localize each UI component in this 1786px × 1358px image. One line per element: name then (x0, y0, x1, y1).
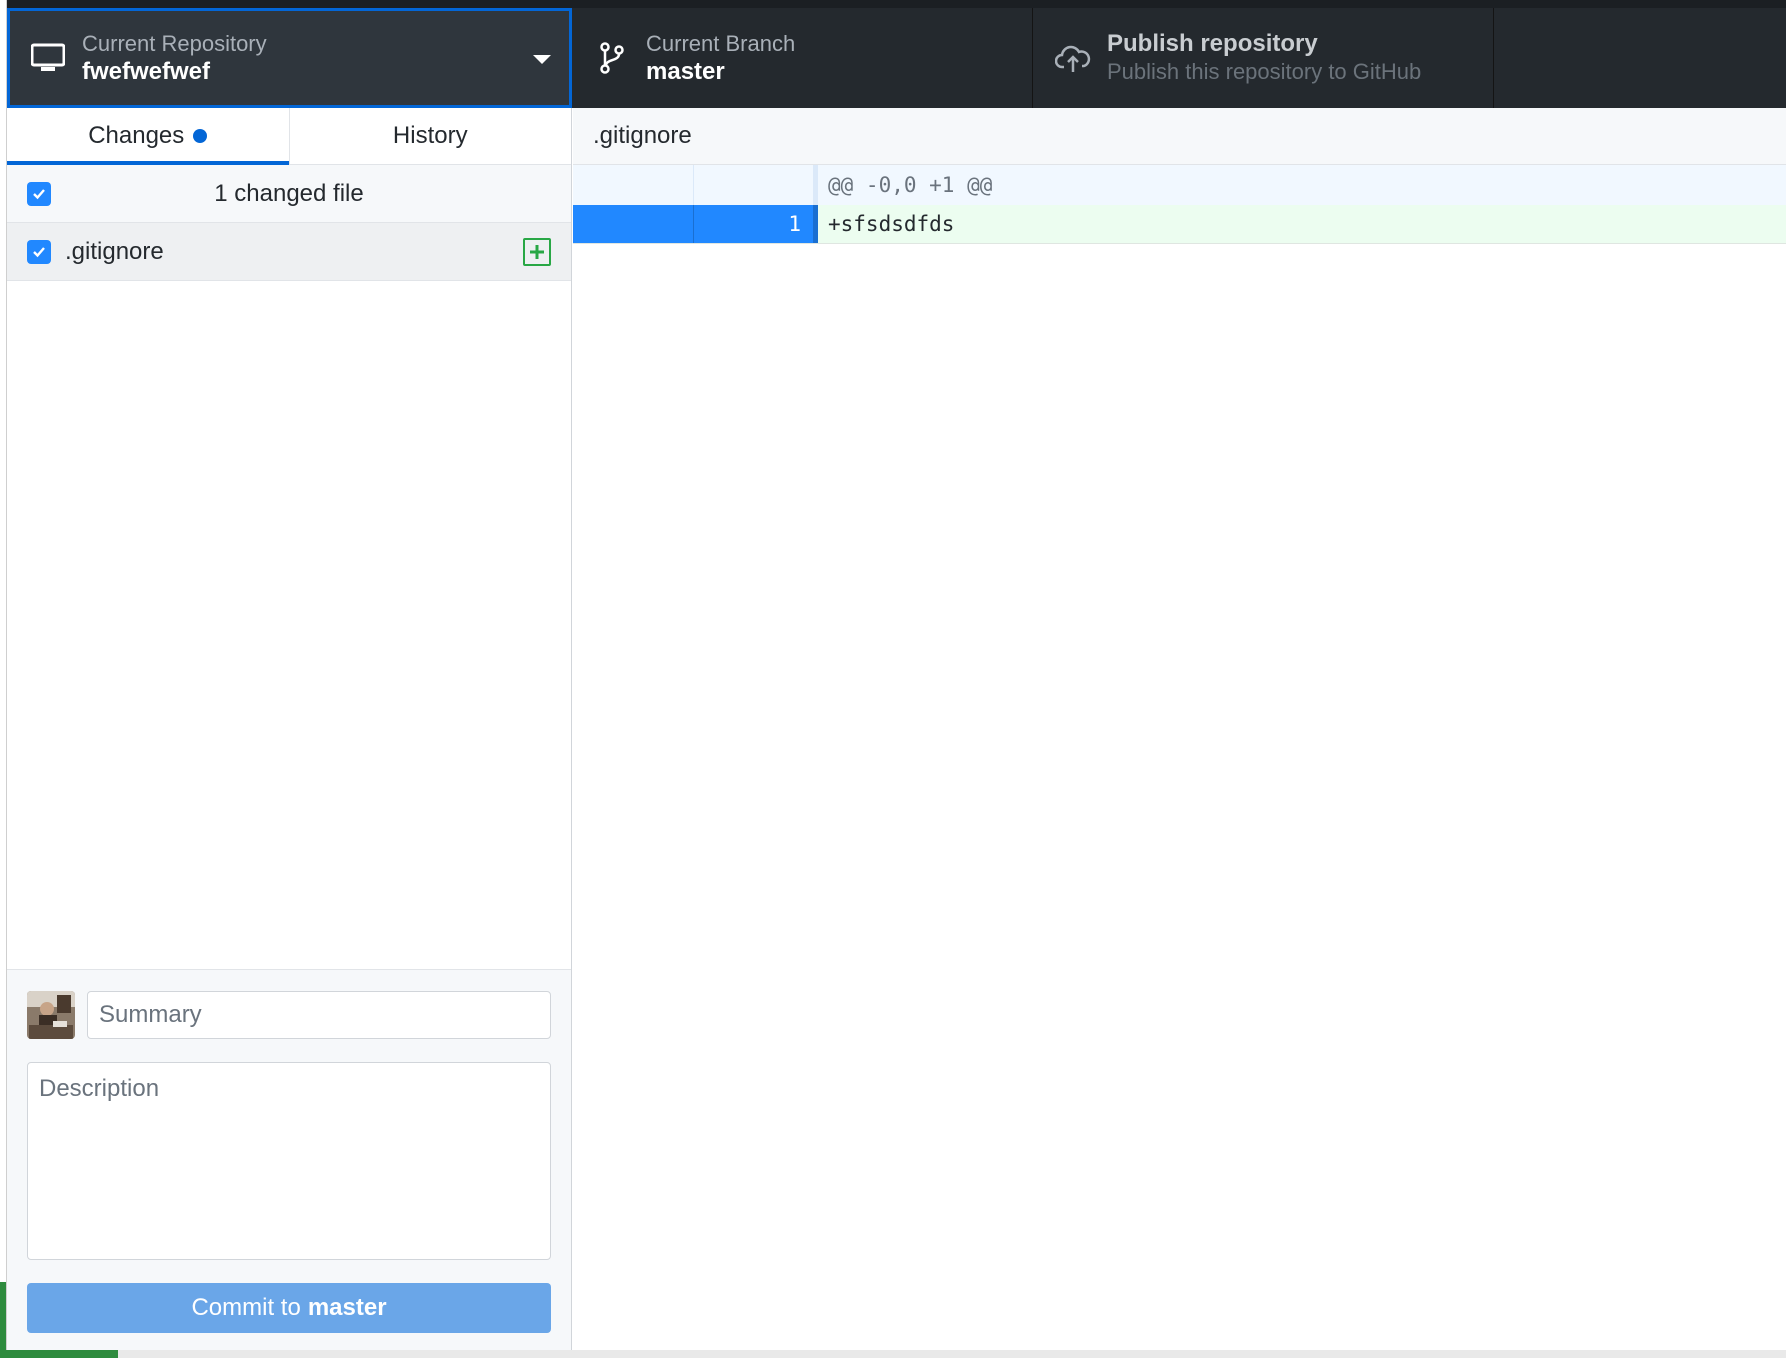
diff-hunk-header: @@ -0,0 +1 @@ (573, 165, 1786, 205)
changes-list-header: 1 changed file (7, 165, 571, 223)
toolbar: Current Repository fwefwefwef Current Br… (7, 0, 1786, 108)
old-line-number (573, 165, 694, 205)
changes-indicator-dot-icon (193, 129, 208, 143)
avatar (27, 991, 75, 1039)
hunk-header-text: @@ -0,0 +1 @@ (828, 173, 993, 197)
file-added-icon (523, 237, 551, 266)
app-window: Current Repository fwefwefwef Current Br… (6, 0, 1786, 1350)
commit-summary-input[interactable] (87, 991, 551, 1039)
select-all-checkbox[interactable] (27, 181, 51, 206)
sidebar: Changes History 1 changed file .gitignor… (7, 108, 572, 1350)
diff-file-header: .gitignore (573, 108, 1786, 165)
tab-changes[interactable]: Changes (7, 108, 289, 165)
git-branch-icon (592, 38, 632, 78)
diff-line-text: +sfsdsdfds (828, 212, 955, 236)
old-line-number[interactable] (573, 205, 694, 243)
repository-selector[interactable]: Current Repository fwefwefwef (7, 8, 572, 108)
repository-name: fwefwefwef (82, 57, 211, 85)
desktop-computer-icon (28, 38, 68, 78)
new-line-number (694, 165, 818, 205)
file-include-checkbox[interactable] (27, 239, 51, 264)
tab-history[interactable]: History (288, 108, 571, 164)
publish-description: Publish this repository to GitHub (1107, 58, 1422, 84)
new-line-number[interactable]: 1 (694, 205, 818, 243)
tab-changes-label: Changes (88, 122, 185, 149)
publish-label: Publish repository (1107, 29, 1318, 57)
tab-history-label: History (392, 122, 468, 149)
changed-files-count: 1 changed file (214, 179, 364, 207)
commit-message-panel: Commit to master (7, 969, 571, 1350)
tab-bar: Changes History (7, 108, 571, 165)
branch-label: Current Branch (646, 30, 796, 56)
branch-name: master (646, 57, 725, 85)
checkmark-icon (33, 246, 45, 257)
repository-label: Current Repository (82, 30, 267, 56)
commit-button-branch: master (307, 1294, 387, 1321)
commit-description-input[interactable] (27, 1062, 551, 1260)
cloud-upload-icon (1053, 38, 1093, 78)
caret-down-icon (533, 55, 551, 64)
publish-repository-button[interactable]: Publish repository Publish this reposito… (1033, 8, 1494, 108)
checkmark-icon (33, 188, 45, 199)
commit-button[interactable]: Commit to master (27, 1283, 551, 1333)
diff-view: .gitignore @@ -0,0 +1 @@ 1 +sfsdsdfds (573, 108, 1786, 1350)
branch-selector[interactable]: Current Branch master (572, 8, 1033, 108)
file-list-item[interactable]: .gitignore (7, 223, 571, 281)
commit-button-prefix: Commit to (191, 1294, 301, 1321)
diff-line-added[interactable]: 1 +sfsdsdfds (573, 205, 1786, 244)
file-name: .gitignore (65, 237, 164, 265)
diff-file-name: .gitignore (593, 122, 692, 149)
